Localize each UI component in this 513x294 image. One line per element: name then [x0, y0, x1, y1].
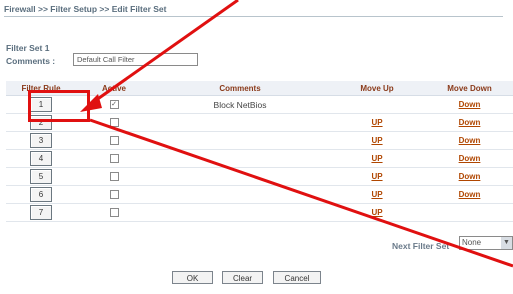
- active-checkbox[interactable]: [109, 190, 119, 200]
- active-cell: [76, 131, 152, 150]
- active-checkbox[interactable]: [109, 136, 119, 146]
- active-cell: [76, 203, 152, 222]
- header-move-up: Move Up: [328, 81, 426, 96]
- divider: [4, 16, 503, 17]
- comments-input[interactable]: [73, 53, 198, 66]
- filter-rule-button[interactable]: 7: [30, 205, 52, 220]
- filter-rule-button[interactable]: 3: [30, 133, 52, 148]
- next-filter-set-value: None: [462, 238, 482, 247]
- filter-rule-cell: 7: [6, 203, 76, 222]
- cancel-button[interactable]: Cancel: [273, 271, 321, 284]
- move-down-link[interactable]: Down: [459, 100, 481, 109]
- move-up-cell: [328, 95, 426, 114]
- comment-cell: [152, 113, 328, 132]
- move-down-cell: Down: [426, 113, 513, 132]
- move-down-cell: Down: [426, 149, 513, 168]
- annotation-highlight-box: [28, 90, 90, 122]
- table-row: 7 UP: [6, 203, 513, 222]
- move-up-link[interactable]: UP: [371, 190, 382, 199]
- move-down-link[interactable]: Down: [459, 118, 481, 127]
- move-down-cell: Down: [426, 185, 513, 204]
- chevron-down-icon: ▼: [501, 237, 512, 249]
- active-cell: [76, 167, 152, 186]
- next-filter-set-label: Next Filter Set: [392, 241, 450, 251]
- active-cell: [76, 149, 152, 168]
- move-down-link[interactable]: Down: [459, 136, 481, 145]
- move-up-cell: UP: [328, 149, 426, 168]
- active-checkbox[interactable]: [109, 118, 119, 128]
- ok-button[interactable]: OK: [172, 271, 213, 284]
- move-up-cell: UP: [328, 167, 426, 186]
- comment-cell: Block NetBios: [152, 95, 328, 114]
- comment-cell: [152, 185, 328, 204]
- active-checkbox[interactable]: [109, 154, 119, 164]
- active-checkbox[interactable]: ✓: [109, 100, 119, 110]
- breadcrumb: Firewall >> Filter Setup >> Edit Filter …: [4, 4, 167, 14]
- move-down-cell: Down: [426, 131, 513, 150]
- move-down-link[interactable]: Down: [459, 154, 481, 163]
- table-row: 6 UP Down: [6, 185, 513, 204]
- filter-rule-cell: 4: [6, 149, 76, 168]
- move-down-cell: [426, 203, 513, 222]
- move-down-cell: Down: [426, 95, 513, 114]
- filter-rule-cell: 6: [6, 185, 76, 204]
- filter-set-title: Filter Set 1: [6, 43, 50, 53]
- table-row: 3 UP Down: [6, 131, 513, 150]
- clear-button[interactable]: Clear: [222, 271, 263, 284]
- move-up-cell: UP: [328, 203, 426, 222]
- next-filter-set-select[interactable]: None ▼: [459, 236, 513, 250]
- filter-rule-button[interactable]: 5: [30, 169, 52, 184]
- comment-cell: [152, 149, 328, 168]
- move-down-cell: Down: [426, 167, 513, 186]
- move-down-link[interactable]: Down: [459, 190, 481, 199]
- filter-rule-button[interactable]: 6: [30, 187, 52, 202]
- table-row: 5 UP Down: [6, 167, 513, 186]
- move-up-link[interactable]: UP: [371, 208, 382, 217]
- comment-cell: [152, 167, 328, 186]
- header-move-down: Move Down: [426, 81, 513, 96]
- active-checkbox[interactable]: [109, 208, 119, 218]
- comment-cell: [152, 203, 328, 222]
- move-up-link[interactable]: UP: [371, 154, 382, 163]
- move-up-link[interactable]: UP: [371, 136, 382, 145]
- move-down-link[interactable]: Down: [459, 172, 481, 181]
- move-up-link[interactable]: UP: [371, 172, 382, 181]
- header-comments: Comments: [152, 81, 328, 96]
- active-checkbox[interactable]: [109, 172, 119, 182]
- active-cell: [76, 185, 152, 204]
- move-up-cell: UP: [328, 185, 426, 204]
- move-up-cell: UP: [328, 113, 426, 132]
- comment-cell: [152, 131, 328, 150]
- move-up-link[interactable]: UP: [371, 118, 382, 127]
- filter-rule-button[interactable]: 4: [30, 151, 52, 166]
- comments-label: Comments :: [6, 56, 56, 66]
- filter-rule-cell: 3: [6, 131, 76, 150]
- table-row: 4 UP Down: [6, 149, 513, 168]
- move-up-cell: UP: [328, 131, 426, 150]
- filter-rule-cell: 5: [6, 167, 76, 186]
